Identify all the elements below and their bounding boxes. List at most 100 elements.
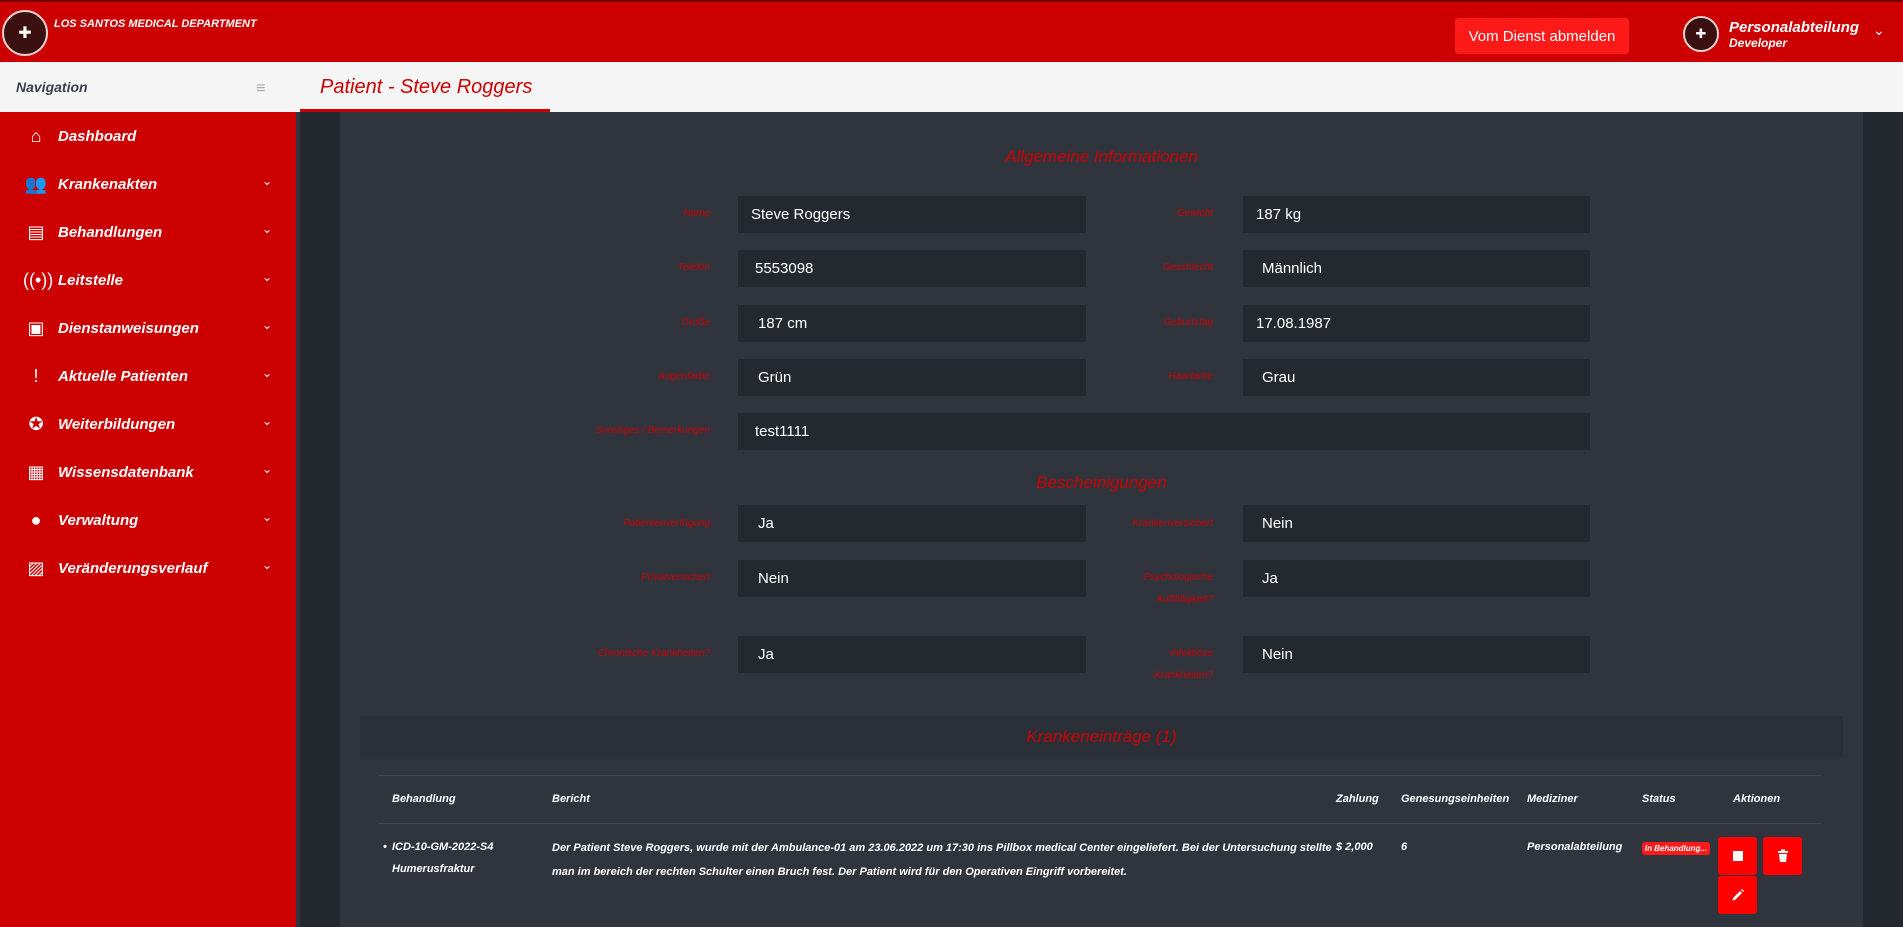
square-icon (1732, 851, 1743, 861)
sidebar-item-label: Dienstanweisungen (58, 319, 199, 337)
records-title: Krankeneinträge (1) (1026, 727, 1177, 746)
home-icon: ⌂ (30, 125, 42, 146)
hair-color-field[interactable]: Grau (1243, 359, 1590, 396)
notes-label: Sonstiges / Bemerkungen (595, 425, 710, 436)
birthday-label: Geburtstag (1163, 317, 1213, 328)
hair-color-label: Haarfarbe (1168, 371, 1213, 382)
sidebar-item-label: Dashboard (58, 127, 137, 145)
sidebar-item-aktuelle-patienten[interactable]: ! Aktuelle Patienten ⌄ (0, 352, 296, 400)
trash-icon (1777, 849, 1788, 862)
sidebar-item-label: Wissensdatenbank (58, 463, 194, 481)
hamburger-menu-icon[interactable]: ≡ (256, 80, 265, 98)
sidebar-item-leitstelle[interactable]: ((•)) Leitstelle ⌄ (0, 256, 296, 304)
birthday-field[interactable]: 17.08.1987 (1243, 305, 1590, 342)
col-header-treatment: Behandlung (392, 793, 456, 805)
note-icon: ▨ (27, 557, 45, 578)
bullet-icon: • (383, 841, 387, 853)
infectious-label-line1: Infektiöse (1170, 648, 1213, 659)
users-icon: 👥 (24, 173, 48, 194)
patient-decree-label: Patientenverfügung (623, 518, 710, 529)
infectious-label-line2: Krankheiten? (1154, 670, 1213, 681)
chevron-down-icon: ⌄ (262, 174, 273, 188)
brand-name: LOS SANTOS MEDICAL DEPARTMENT (54, 18, 257, 30)
treatment-code: ICD-10-GM-2022-S4 (392, 841, 494, 853)
sidebar-item-wissensdatenbank[interactable]: ▦ Wissensdatenbank ⌄ (0, 448, 296, 496)
psych-field[interactable]: Ja (1243, 560, 1590, 597)
sidebar-item-krankenakten[interactable]: 👥 Krankenakten ⌄ (0, 160, 296, 208)
page-title: Patient - Steve Roggers (320, 76, 533, 98)
sidebar-item-label: Leitstelle (58, 271, 124, 289)
gender-label: Geschlecht (1162, 262, 1213, 273)
exclamation-icon: ! (33, 365, 39, 386)
document-icon: ▣ (27, 317, 45, 338)
phone-label: Telefon (677, 262, 710, 273)
sidebar-item-verwaltung[interactable]: ● Verwaltung ⌄ (0, 496, 296, 544)
chronic-label: Chronische Krankheiten? (597, 648, 710, 659)
chevron-down-icon: ⌄ (262, 270, 273, 284)
sidebar-item-label: Verwaltung (58, 511, 139, 529)
chronic-field[interactable]: Ja (738, 636, 1086, 673)
broadcast-tower-icon: ((•)) (23, 269, 54, 290)
sidebar-item-label: Behandlungen (58, 223, 163, 241)
name-field[interactable]: Steve Roggers (738, 196, 1086, 233)
general-info-title: Allgemeine Informationen (1005, 147, 1198, 166)
psych-label-line2: Auffälligkeit? (1156, 594, 1213, 605)
col-header-report: Bericht (552, 793, 590, 805)
height-field[interactable]: 187 cm (738, 305, 1086, 342)
col-header-recovery: Genesungseinheiten (1401, 793, 1510, 805)
navigation-title: Navigation (16, 79, 88, 95)
patient-decree-field[interactable]: Ja (738, 505, 1086, 542)
navigation-header: Navigation ≡ (0, 62, 296, 112)
notes-field[interactable]: test1111 (738, 413, 1590, 450)
sidebar-item-dashboard[interactable]: ⌂ Dashboard (0, 112, 296, 160)
edit-button[interactable] (1718, 876, 1757, 914)
chevron-down-icon: ⌄ (262, 318, 273, 332)
treatment-name: Humerusfraktur (392, 863, 475, 875)
sidebar-item-dienstanweisungen[interactable]: ▣ Dienstanweisungen ⌄ (0, 304, 296, 352)
logout-button[interactable]: Vom Dienst abmelden (1455, 18, 1629, 54)
phone-field[interactable]: 5553098 (738, 250, 1086, 287)
health-insurance-field[interactable]: Nein (1243, 505, 1590, 542)
infectious-field[interactable]: Nein (1243, 636, 1590, 673)
chevron-down-icon[interactable]: ⌄ (1873, 22, 1885, 39)
sidebar-item-label: Aktuelle Patienten (58, 367, 189, 385)
award-icon: ✪ (28, 413, 44, 434)
report-line-2: man im bereich der rechten Schulter eine… (552, 866, 1127, 878)
status-badge: In Behandlung... (1642, 842, 1710, 855)
chevron-down-icon: ⌄ (262, 366, 273, 380)
health-insurance-label: Krankenversichert (1132, 518, 1213, 529)
sidebar-item-behandlungen[interactable]: ▤ Behandlungen ⌄ (0, 208, 296, 256)
sidebar-item-label: Krankenakten (58, 175, 158, 193)
book-icon: ▤ (27, 221, 45, 242)
recovery-value: 6 (1401, 841, 1408, 853)
table-top-border (378, 775, 1821, 776)
chevron-down-icon: ⌄ (262, 462, 273, 476)
top-bar: ✚ LOS SANTOS MEDICAL DEPARTMENT Vom Dien… (0, 0, 1903, 62)
pencil-icon (1732, 889, 1744, 901)
certificates-title: Bescheinigungen (1036, 473, 1167, 492)
sidebar-item-label: Veränderungsverlauf (58, 559, 208, 577)
psych-label-line1: Psychologische (1143, 572, 1213, 583)
view-button[interactable] (1718, 837, 1757, 875)
gender-field[interactable]: Männlich (1243, 250, 1590, 287)
delete-button[interactable] (1763, 837, 1802, 875)
payment-value: $ 2,000 (1336, 841, 1373, 853)
chevron-down-icon: ⌄ (262, 222, 273, 236)
user-role: Developer (1729, 35, 1788, 50)
weight-label: Gewicht (1176, 208, 1213, 219)
eye-color-field[interactable]: Grün (738, 359, 1086, 396)
col-header-payment: Zahlung (1336, 793, 1379, 805)
chevron-down-icon: ⌄ (262, 414, 273, 428)
user-icon: ● (30, 509, 42, 530)
name-label: Name (683, 208, 710, 219)
user-menu[interactable]: ✚ Personalabteilung Developer (1683, 16, 1859, 52)
sidebar-item-weiterbildungen[interactable]: ✪ Weiterbildungen ⌄ (0, 400, 296, 448)
table-header-border (378, 823, 1821, 824)
sidebar: ⌂ Dashboard 👥 Krankenakten ⌄ ▤ Behandlun… (0, 112, 296, 927)
chevron-down-icon: ⌄ (262, 558, 273, 572)
brand[interactable]: ✚ LOS SANTOS MEDICAL DEPARTMENT (2, 10, 257, 56)
col-header-status: Status (1642, 793, 1676, 805)
weight-field[interactable]: 187 kg (1243, 196, 1590, 233)
private-insurance-field[interactable]: Nein (738, 560, 1086, 597)
sidebar-item-veraenderungsverlauf[interactable]: ▨ Veränderungsverlauf ⌄ (0, 544, 296, 592)
